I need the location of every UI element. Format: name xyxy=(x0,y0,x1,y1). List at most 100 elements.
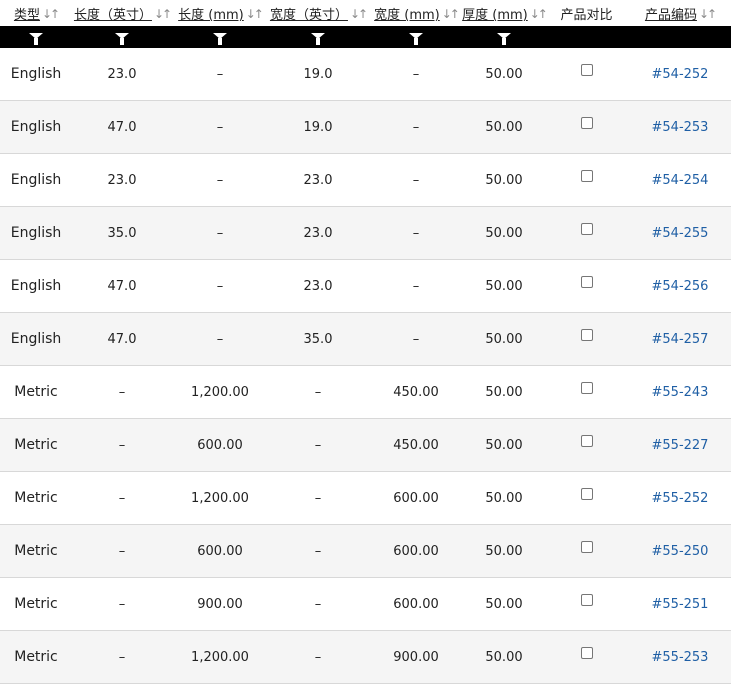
cell-product-code: #55-250 xyxy=(629,544,731,559)
cell-thickness-mm: 50.00 xyxy=(485,596,523,612)
funnel-icon[interactable] xyxy=(213,33,227,45)
column-header-label[interactable]: 长度 (mm) xyxy=(178,4,244,23)
column-header-label[interactable]: 宽度 (mm) xyxy=(374,4,440,23)
product-code-link[interactable]: #54-257 xyxy=(652,332,709,347)
cell-type: English xyxy=(10,225,62,241)
cell-width-in: 23.0 xyxy=(303,225,333,241)
cell-length-in: 47.0 xyxy=(107,278,137,294)
sort-icon[interactable]: ↓↑ xyxy=(42,7,60,21)
filter-bar xyxy=(0,26,731,48)
product-code-link[interactable]: #55-243 xyxy=(652,385,709,400)
compare-checkbox[interactable] xyxy=(580,594,593,606)
filter-width-mm[interactable] xyxy=(368,33,464,45)
cell-compare xyxy=(544,64,629,76)
sort-icon[interactable]: ↓↑ xyxy=(350,7,368,21)
product-code-link[interactable]: #54-256 xyxy=(652,279,709,294)
column-header-label[interactable]: 厚度 (mm) xyxy=(462,4,528,23)
cell-product-code: #55-251 xyxy=(629,597,731,612)
table-row: Metric – 900.00 – 600.00 50.00 #55-251 xyxy=(0,578,731,631)
filter-thickness-mm[interactable] xyxy=(464,33,544,45)
cell-length-in: 47.0 xyxy=(107,331,137,347)
cell-type: Metric xyxy=(14,649,58,665)
cell-length-in: 23.0 xyxy=(107,66,137,82)
filter-width-in[interactable] xyxy=(268,33,368,45)
product-code-link[interactable]: #54-254 xyxy=(652,173,709,188)
cell-compare xyxy=(544,117,629,129)
cell-type: English xyxy=(10,172,62,188)
cell-product-code: #54-256 xyxy=(629,279,731,294)
sort-icon[interactable]: ↓↑ xyxy=(699,7,717,21)
cell-type: English xyxy=(10,331,62,347)
compare-checkbox[interactable] xyxy=(580,541,593,553)
cell-thickness-mm: 50.00 xyxy=(485,172,523,188)
column-header-label[interactable]: 长度（英寸） xyxy=(74,4,152,23)
column-header-type[interactable]: 类型 ↓↑ xyxy=(0,4,72,26)
cell-length-in: – xyxy=(118,543,126,559)
funnel-icon[interactable] xyxy=(409,33,423,45)
column-header-product-code[interactable]: 产品编码 ↓↑ xyxy=(629,4,731,26)
cell-length-mm: – xyxy=(216,172,224,188)
column-header-thickness-mm[interactable]: 厚度 (mm) ↓↑ xyxy=(462,4,548,26)
cell-type: English xyxy=(10,66,62,82)
cell-product-code: #54-253 xyxy=(629,120,731,135)
sort-icon[interactable]: ↓↑ xyxy=(442,7,460,21)
cell-length-mm: – xyxy=(216,331,224,347)
cell-length-mm: 1,200.00 xyxy=(191,384,249,400)
compare-checkbox[interactable] xyxy=(580,488,593,500)
cell-compare xyxy=(544,329,629,341)
cell-width-in: 35.0 xyxy=(303,331,333,347)
cell-width-in: 23.0 xyxy=(303,172,333,188)
table-row: Metric – 600.00 – 450.00 50.00 #55-227 xyxy=(0,419,731,472)
cell-compare xyxy=(544,382,629,394)
column-header-width-in[interactable]: 宽度（英寸） ↓↑ xyxy=(268,4,368,26)
product-code-link[interactable]: #55-250 xyxy=(652,544,709,559)
cell-width-in: 19.0 xyxy=(303,66,333,82)
cell-length-mm: – xyxy=(216,66,224,82)
product-code-link[interactable]: #55-251 xyxy=(652,597,709,612)
filter-type[interactable] xyxy=(0,33,72,45)
compare-checkbox[interactable] xyxy=(580,435,593,447)
cell-width-in: – xyxy=(314,649,322,665)
table-row: Metric – 1,200.00 – 600.00 50.00 #55-252 xyxy=(0,472,731,525)
column-header-compare: 产品对比 xyxy=(544,4,629,26)
cell-length-mm: – xyxy=(216,119,224,135)
sort-icon[interactable]: ↓↑ xyxy=(154,7,172,21)
column-header-label[interactable]: 产品编码 xyxy=(645,4,697,23)
column-header-length-in[interactable]: 长度（英寸） ↓↑ xyxy=(72,4,172,26)
compare-checkbox[interactable] xyxy=(580,117,593,129)
cell-thickness-mm: 50.00 xyxy=(485,490,523,506)
product-code-link[interactable]: #55-227 xyxy=(652,438,709,453)
funnel-icon[interactable] xyxy=(311,33,325,45)
column-header-label[interactable]: 类型 xyxy=(14,4,40,23)
filter-length-in[interactable] xyxy=(72,33,172,45)
cell-thickness-mm: 50.00 xyxy=(485,649,523,665)
column-header-length-mm[interactable]: 长度 (mm) ↓↑ xyxy=(172,4,268,26)
funnel-icon[interactable] xyxy=(497,33,511,45)
product-code-link[interactable]: #54-253 xyxy=(652,120,709,135)
filter-length-mm[interactable] xyxy=(172,33,268,45)
compare-checkbox[interactable] xyxy=(580,329,593,341)
product-code-link[interactable]: #55-253 xyxy=(652,650,709,665)
cell-product-code: #54-255 xyxy=(629,226,731,241)
funnel-icon[interactable] xyxy=(29,33,43,45)
column-header-label[interactable]: 宽度（英寸） xyxy=(270,4,348,23)
compare-checkbox[interactable] xyxy=(580,170,593,182)
funnel-icon[interactable] xyxy=(115,33,129,45)
compare-checkbox[interactable] xyxy=(580,276,593,288)
table-row: English 47.0 – 19.0 – 50.00 #54-253 xyxy=(0,101,731,154)
product-code-link[interactable]: #54-255 xyxy=(652,226,709,241)
compare-checkbox[interactable] xyxy=(580,382,593,394)
product-code-link[interactable]: #54-252 xyxy=(652,67,709,82)
sort-icon[interactable]: ↓↑ xyxy=(246,7,264,21)
cell-width-in: – xyxy=(314,384,322,400)
column-header-width-mm[interactable]: 宽度 (mm) ↓↑ xyxy=(368,4,464,26)
column-header-label: 产品对比 xyxy=(560,8,613,23)
cell-compare xyxy=(544,541,629,553)
compare-checkbox[interactable] xyxy=(580,647,593,659)
cell-length-in: – xyxy=(118,649,126,665)
product-code-link[interactable]: #55-252 xyxy=(652,491,709,506)
table-body: English 23.0 – 19.0 – 50.00 #54-252 English 47.0… xyxy=(0,48,731,684)
cell-width-mm: – xyxy=(412,331,420,347)
compare-checkbox[interactable] xyxy=(580,223,593,235)
compare-checkbox[interactable] xyxy=(580,64,593,76)
